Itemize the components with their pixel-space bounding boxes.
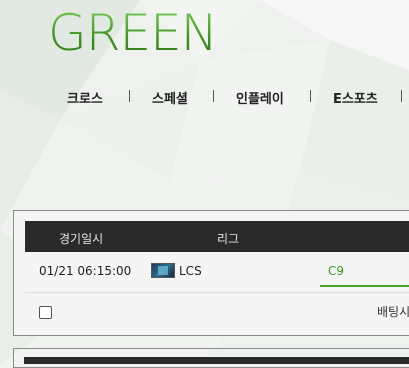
header-league: 리그 bbox=[217, 232, 240, 246]
match-league: LCS bbox=[179, 264, 202, 278]
select-checkbox[interactable] bbox=[39, 306, 52, 319]
lcs-league-icon bbox=[151, 263, 175, 278]
brand-logo[interactable]: GREEN bbox=[48, 8, 218, 58]
nav-item-cross[interactable]: 크로스 bbox=[67, 88, 103, 107]
team-name: C9 bbox=[328, 264, 345, 278]
nav-divider bbox=[213, 90, 214, 102]
nav-item-inplay[interactable]: 인플레이 bbox=[236, 88, 284, 107]
match-panel: 경기일시 리그 01/21 06:15:00 LCS C9 배팅시 bbox=[13, 210, 409, 336]
table-row: 01/21 06:15:00 LCS C9 bbox=[25, 252, 409, 293]
nav-item-esports[interactable]: E스포츠 bbox=[333, 88, 378, 107]
table-header: 경기일시 리그 bbox=[25, 221, 409, 252]
header-date: 경기일시 bbox=[59, 232, 104, 246]
match-date: 01/21 06:15:00 bbox=[39, 264, 132, 278]
bet-button[interactable]: 배팅시 bbox=[377, 303, 409, 320]
table-footer: 배팅시 bbox=[25, 293, 409, 327]
nav-divider bbox=[310, 90, 311, 102]
team-select-button[interactable]: C9 bbox=[320, 254, 409, 287]
main-nav: 크로스 스페셜 인플레이 E스포츠 bbox=[0, 88, 409, 110]
nav-item-special[interactable]: 스페셜 bbox=[152, 88, 188, 107]
nav-divider bbox=[129, 90, 130, 102]
nav-divider bbox=[401, 90, 402, 102]
next-panel-header bbox=[24, 357, 409, 364]
